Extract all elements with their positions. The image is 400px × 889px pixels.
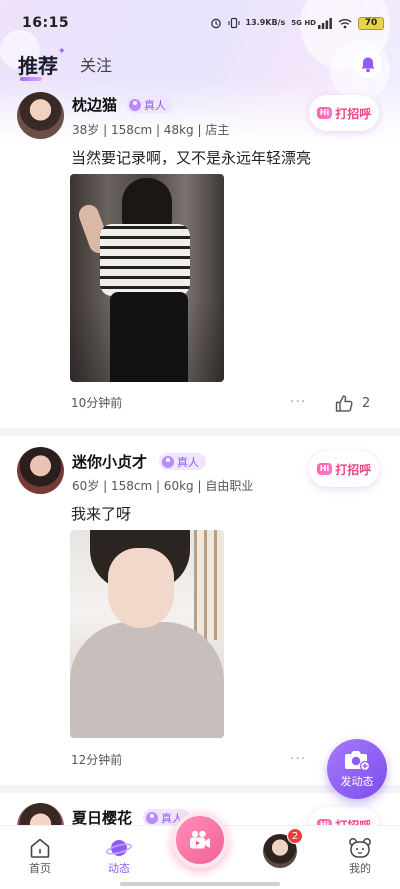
more-options-button[interactable]: ··· bbox=[290, 394, 306, 410]
post-author-name[interactable]: 枕边猫 bbox=[72, 94, 117, 115]
verified-badge: 真人 bbox=[159, 453, 206, 470]
greet-button[interactable]: Hi 打招呼 bbox=[309, 451, 379, 487]
notification-bell-button[interactable] bbox=[354, 50, 382, 78]
network-speed: 13.9 KB/s bbox=[246, 19, 286, 27]
status-time: 16:15 bbox=[22, 15, 70, 31]
nav-messages[interactable]: 2 bbox=[250, 828, 310, 868]
post-time: 10分钟前 bbox=[71, 396, 123, 410]
avatar[interactable] bbox=[17, 447, 64, 494]
sparkle-icon: ✦ bbox=[57, 45, 66, 57]
verified-badge: 真人 bbox=[126, 96, 173, 113]
person-icon bbox=[162, 455, 174, 468]
person-icon bbox=[146, 811, 158, 824]
wifi-icon bbox=[338, 18, 352, 29]
bottom-nav: 首页 动态 2 我的 bbox=[0, 812, 400, 889]
greet-button-label: 打招呼 bbox=[335, 106, 372, 121]
post-footer: 10分钟前 ··· 2 bbox=[0, 394, 400, 418]
post-moment-label: 发动态 bbox=[340, 775, 374, 788]
signal-icon: 5G HD bbox=[291, 17, 332, 29]
photo-detail bbox=[122, 178, 172, 230]
thumbs-up-icon bbox=[335, 395, 353, 412]
top-tabs: 推荐 ✦ 关注 bbox=[0, 44, 400, 84]
unread-badge: 2 bbox=[287, 828, 303, 844]
verified-badge-label: 真人 bbox=[177, 455, 199, 469]
post-photo[interactable] bbox=[70, 530, 224, 738]
post-time: 12分钟前 bbox=[71, 753, 123, 767]
like-button[interactable]: 2 bbox=[334, 394, 370, 413]
post-card: 枕边猫 真人 38岁 | 158cm | 48kg | 店主 Hi 打招呼 当然… bbox=[0, 88, 400, 428]
like-count: 2 bbox=[362, 396, 371, 411]
photo-detail bbox=[108, 548, 174, 628]
greet-button[interactable]: Hi 打招呼 bbox=[309, 95, 379, 131]
nav-mine[interactable]: 我的 bbox=[330, 836, 390, 876]
home-indicator[interactable] bbox=[120, 882, 280, 886]
avatar[interactable] bbox=[17, 92, 64, 139]
photo-detail bbox=[100, 224, 190, 296]
home-icon bbox=[30, 838, 50, 858]
nav-video-button[interactable] bbox=[172, 812, 228, 868]
post-text: 我来了呀 bbox=[71, 505, 132, 523]
greet-button-label: 打招呼 bbox=[335, 462, 372, 477]
person-icon bbox=[129, 98, 141, 111]
hi-icon: Hi bbox=[316, 107, 333, 119]
post-text: 当然要记录啊，又不是永远年轻漂亮 bbox=[71, 149, 312, 167]
camera-plus-icon bbox=[345, 751, 370, 771]
photo-detail bbox=[194, 530, 224, 640]
planet-icon bbox=[106, 840, 132, 856]
post-author-meta: 60岁 | 158cm | 60kg | 自由职业 bbox=[72, 479, 254, 493]
post-divider bbox=[0, 428, 400, 436]
network-speed-unit: KB/s bbox=[265, 18, 286, 27]
verified-badge-label: 真人 bbox=[144, 98, 166, 112]
nav-home[interactable]: 首页 bbox=[10, 836, 70, 876]
bear-face-icon bbox=[349, 838, 371, 858]
network-speed-value: 13.9 bbox=[245, 18, 266, 27]
more-options-button[interactable]: ··· bbox=[290, 751, 306, 767]
messages-avatar: 2 bbox=[263, 828, 303, 868]
photo-detail bbox=[110, 292, 188, 382]
post-author-meta: 38岁 | 158cm | 48kg | 店主 bbox=[72, 123, 230, 137]
post-photo[interactable] bbox=[70, 174, 224, 382]
nav-home-label: 首页 bbox=[29, 862, 51, 875]
network-type: 5G HD bbox=[291, 19, 316, 27]
tab-recommend-label: 推荐 bbox=[18, 53, 58, 78]
moments-feed: 枕边猫 真人 38岁 | 158cm | 48kg | 店主 Hi 打招呼 当然… bbox=[0, 88, 400, 850]
status-bar: 16:15 13.9 KB/s 5G HD 70 bbox=[0, 0, 400, 46]
tab-follow[interactable]: 关注 bbox=[80, 52, 112, 76]
photo-detail bbox=[70, 622, 224, 738]
video-camera-icon bbox=[190, 830, 210, 849]
nav-mine-label: 我的 bbox=[349, 862, 371, 875]
post-author-name[interactable]: 迷你小贞才 bbox=[72, 451, 147, 472]
vibrate-icon bbox=[227, 17, 240, 29]
bell-icon bbox=[361, 57, 375, 72]
nav-moments[interactable]: 动态 bbox=[89, 836, 149, 876]
status-icons: 13.9 KB/s 5G HD 70 bbox=[210, 16, 384, 30]
alarm-icon bbox=[210, 17, 222, 29]
tab-recommend[interactable]: 推荐 ✦ bbox=[18, 46, 66, 81]
post-moment-button[interactable]: 发动态 bbox=[327, 739, 387, 799]
nav-moments-label: 动态 bbox=[108, 862, 130, 875]
hi-icon: Hi bbox=[316, 463, 333, 475]
battery-icon: 70 bbox=[358, 16, 384, 30]
post-card: 迷你小贞才 真人 60岁 | 158cm | 60kg | 自由职业 Hi 打招… bbox=[0, 444, 400, 784]
